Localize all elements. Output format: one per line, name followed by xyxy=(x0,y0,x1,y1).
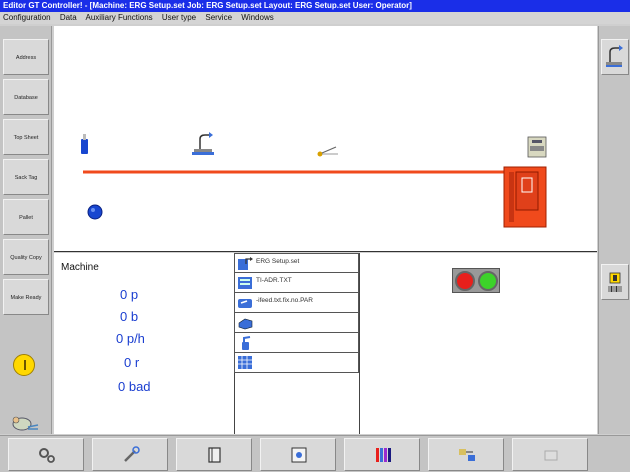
list-item[interactable] xyxy=(234,333,359,353)
tools-icon xyxy=(124,446,140,462)
feeder-station-icon[interactable] xyxy=(192,132,214,155)
list-item[interactable]: TI-ADR.TXT xyxy=(234,273,359,293)
gears-icon xyxy=(39,448,55,463)
machine-layout-drawing xyxy=(81,132,547,228)
stat-rejects: 0 r xyxy=(124,355,140,370)
grid-icon xyxy=(238,356,252,369)
file-name: ERG Setup.set xyxy=(256,258,300,265)
stat-bundles: 0 b xyxy=(120,309,139,324)
menu-data[interactable]: Data xyxy=(60,13,77,22)
sidebar-item-quality-copy[interactable]: Quality Copy xyxy=(3,239,49,275)
tools-button[interactable] xyxy=(92,438,168,471)
operator-figure-icon xyxy=(12,416,39,431)
stat-pieces: 0 p xyxy=(120,287,139,302)
left-sidebar: Address Database Top Sheet Sack Tag Pall… xyxy=(0,26,52,434)
menu-auxiliary-functions[interactable]: Auxiliary Functions xyxy=(86,13,153,22)
setup-icon xyxy=(238,257,253,270)
preview-icon xyxy=(291,447,307,463)
sidebar-item-make-ready[interactable]: Make Ready xyxy=(3,279,49,315)
disabled-icon xyxy=(544,450,558,461)
document-icon xyxy=(238,277,252,289)
barcode-button[interactable] xyxy=(601,264,629,300)
stack-icon xyxy=(238,318,253,330)
file-name: TI-ADR.TXT xyxy=(256,277,292,284)
feeder-button[interactable] xyxy=(601,39,629,75)
menu-configuration[interactable]: Configuration xyxy=(3,13,51,22)
stacker-top-icon[interactable] xyxy=(527,136,547,158)
color-bars-icon xyxy=(376,448,391,462)
sidebar-item-sack-tag[interactable]: Sack Tag xyxy=(3,159,49,195)
list-item[interactable] xyxy=(234,353,359,373)
stat-bad: 0 bad xyxy=(118,379,151,394)
exclamation-icon[interactable] xyxy=(13,354,35,376)
sidebar-item-pallet[interactable]: Pallet xyxy=(3,199,49,235)
preview-button[interactable] xyxy=(260,438,336,471)
stacker-unit[interactable] xyxy=(503,166,547,228)
transfer-icon xyxy=(459,449,475,461)
status-panel: Machine 0 p 0 b 0 p/h 0 r 0 bad ERG Setu… xyxy=(54,253,597,434)
sensor-icon[interactable] xyxy=(81,134,88,154)
knife-station-icon[interactable] xyxy=(317,146,339,157)
list-item[interactable]: ERG Setup.set xyxy=(234,253,359,273)
disabled-button[interactable] xyxy=(512,438,588,471)
sprayer-icon xyxy=(242,336,251,350)
menu-service[interactable]: Service xyxy=(205,13,232,22)
panel-divider xyxy=(359,253,360,434)
start-button[interactable] xyxy=(478,271,498,291)
transfer-button[interactable] xyxy=(428,438,504,471)
machine-layout-canvas xyxy=(54,26,597,252)
pallet-icon[interactable] xyxy=(87,204,103,220)
file-name: -ifeed.txt.fix.no.PAR xyxy=(256,297,313,304)
sidebar-item-database[interactable]: Database xyxy=(3,79,49,115)
file-list: ERG Setup.set TI-ADR.TXT -ifeed.txt.fix.… xyxy=(234,253,359,373)
sidebar-item-top-sheet[interactable]: Top Sheet xyxy=(3,119,49,155)
settings-button[interactable] xyxy=(8,438,84,471)
menu-user-type[interactable]: User type xyxy=(162,13,196,22)
sidebar-item-address[interactable]: Address xyxy=(3,39,49,75)
list-item[interactable]: -ifeed.txt.fix.no.PAR xyxy=(234,293,359,313)
barcode-scanner-icon xyxy=(608,272,622,292)
color-bars-button[interactable] xyxy=(344,438,420,471)
window-title: Editor GT Controller! - [Machine: ERG Se… xyxy=(0,0,630,12)
menu-bar: Configuration Data Auxiliary Functions U… xyxy=(0,12,630,24)
signal-lights xyxy=(452,268,500,293)
right-sidebar xyxy=(598,26,630,434)
book-button[interactable] xyxy=(176,438,252,471)
machine-label: Machine xyxy=(61,262,99,273)
bottom-toolbar xyxy=(0,435,630,472)
feeder-small-icon xyxy=(238,299,252,308)
book-icon xyxy=(208,447,221,463)
menu-windows[interactable]: Windows xyxy=(241,13,273,22)
list-item[interactable] xyxy=(234,313,359,333)
feeder-icon xyxy=(606,45,623,67)
stop-button[interactable] xyxy=(455,271,475,291)
stat-pieces-per-hour: 0 p/h xyxy=(116,331,145,346)
